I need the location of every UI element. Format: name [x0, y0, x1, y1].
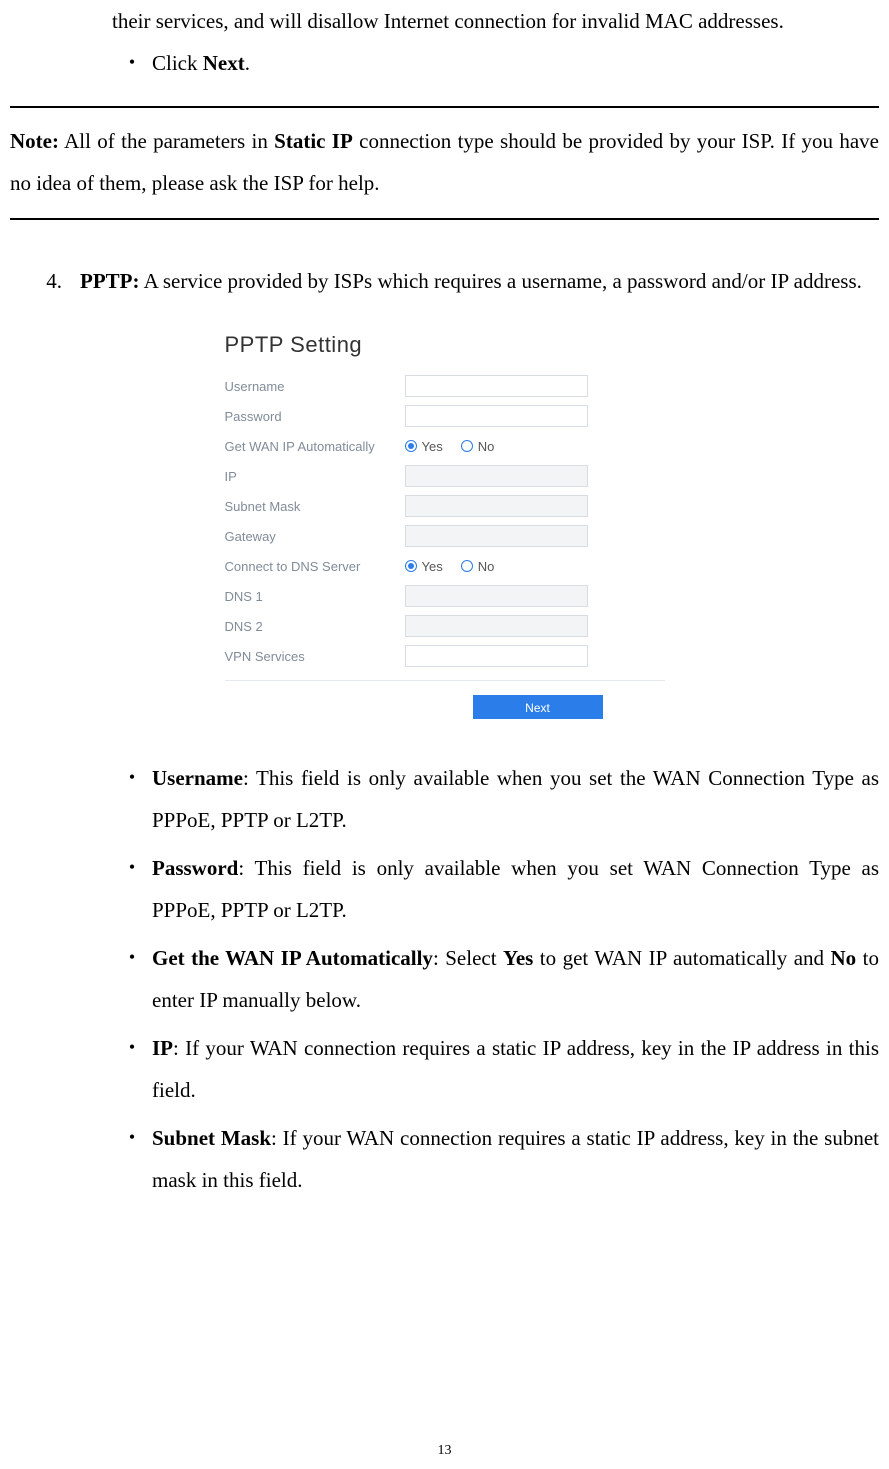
bullet-password-bold: Password — [152, 856, 238, 880]
username-input[interactable] — [405, 375, 588, 397]
label-dns1: DNS 1 — [225, 589, 405, 604]
note-label: Note: — [10, 129, 59, 153]
bullet-click-next: • Click Next. — [112, 42, 879, 84]
bullet-dot-icon: • — [112, 757, 152, 841]
bullet-password-rest: : This field is only available when you … — [152, 856, 879, 922]
figure-divider — [225, 680, 665, 681]
item4-number: 4. — [10, 260, 80, 302]
next-button[interactable]: Next — [473, 695, 603, 719]
item4-desc: A service provided by ISPs which require… — [139, 269, 861, 293]
radio-yes-label: Yes — [422, 439, 443, 454]
radio-dns-no[interactable]: No — [461, 559, 495, 574]
label-subnet: Subnet Mask — [225, 499, 405, 514]
bullet-dot-icon: • — [112, 1117, 152, 1201]
radio-no-label: No — [478, 559, 495, 574]
click-next-prefix: Click — [152, 51, 203, 75]
note-static-ip: Static IP — [274, 129, 353, 153]
label-ip: IP — [225, 469, 405, 484]
item4-pptp-label: PPTP: — [80, 269, 139, 293]
label-vpn: VPN Services — [225, 649, 405, 664]
gateway-input[interactable] — [405, 525, 588, 547]
radio-selected-icon — [405, 560, 417, 572]
note-part1: All of the parameters in — [59, 129, 274, 153]
radio-selected-icon — [405, 440, 417, 452]
bullet-dot-icon: • — [112, 847, 152, 931]
radio-dns-yes[interactable]: Yes — [405, 559, 443, 574]
label-password: Password — [225, 409, 405, 424]
label-username: Username — [225, 379, 405, 394]
label-gateway: Gateway — [225, 529, 405, 544]
bullet-getwan-yes: Yes — [503, 946, 533, 970]
bullet-subnet: • Subnet Mask: If your WAN connection re… — [112, 1117, 879, 1201]
vpn-input[interactable] — [405, 645, 588, 667]
bullet-dot-icon: • — [112, 42, 152, 84]
bullet-ip: • IP: If your WAN connection requires a … — [112, 1027, 879, 1111]
bullet-password: • Password: This field is only available… — [112, 847, 879, 931]
ip-input[interactable] — [405, 465, 588, 487]
radio-unselected-icon — [461, 560, 473, 572]
bullet-getwan-bold: Get the WAN IP Automatically — [152, 946, 433, 970]
bullet-ip-rest: : If your WAN connection requires a stat… — [152, 1036, 879, 1102]
label-get-wan: Get WAN IP Automatically — [225, 439, 405, 454]
bullet-getwan: • Get the WAN IP Automatically: Select Y… — [112, 937, 879, 1021]
label-dns-connect: Connect to DNS Server — [225, 559, 405, 574]
click-next-bold: Next — [203, 51, 245, 75]
radio-no-label: No — [478, 439, 495, 454]
bullet-username-bold: Username — [152, 766, 243, 790]
bullet-dot-icon: • — [112, 937, 152, 1021]
password-input[interactable] — [405, 405, 588, 427]
page-number: 13 — [0, 1443, 889, 1459]
radio-getwan-yes[interactable]: Yes — [405, 439, 443, 454]
bullet-ip-bold: IP — [152, 1036, 173, 1060]
bullet-subnet-bold: Subnet Mask — [152, 1126, 271, 1150]
bullet-getwan-mid1: : Select — [433, 946, 503, 970]
figure-title: PPTP Setting — [225, 332, 665, 358]
bullet-username-rest: : This field is only available when you … — [152, 766, 879, 832]
radio-unselected-icon — [461, 440, 473, 452]
radio-getwan-no[interactable]: No — [461, 439, 495, 454]
bullet-getwan-mid2: to get WAN IP automatically and — [533, 946, 830, 970]
bullet-dot-icon: • — [112, 1027, 152, 1111]
bullet-username: • Username: This field is only available… — [112, 757, 879, 841]
radio-yes-label: Yes — [422, 559, 443, 574]
dns2-input[interactable] — [405, 615, 588, 637]
paragraph-continued: their services, and will disallow Intern… — [112, 0, 879, 42]
bullet-getwan-no: No — [831, 946, 857, 970]
label-dns2: DNS 2 — [225, 619, 405, 634]
dns1-input[interactable] — [405, 585, 588, 607]
list-item-4: 4. PPTP: A service provided by ISPs whic… — [10, 260, 879, 302]
note-box: Note: All of the parameters in Static IP… — [10, 106, 879, 220]
click-next-suffix: . — [245, 51, 250, 75]
pptp-setting-figure: PPTP Setting Username Password Get WAN I… — [221, 322, 669, 729]
subnet-input[interactable] — [405, 495, 588, 517]
